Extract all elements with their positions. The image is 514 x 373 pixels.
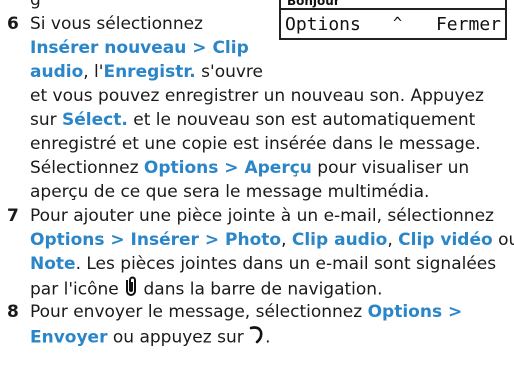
ui-command-text: Options > Aperçu <box>143 158 312 178</box>
step-text-line: Options > Insérer > Photo, Clip audio, C… <box>30 228 514 252</box>
body-text: , <box>387 230 399 250</box>
ui-command-text: Note <box>30 254 76 274</box>
body-text: sur <box>30 110 63 130</box>
ui-command-text: Enregistr. <box>103 62 196 82</box>
ui-command-text: Options > Insérer > Photo <box>30 230 282 250</box>
step-text-line: Sélectionnez Options > Aperçu pour visua… <box>30 156 469 180</box>
left-softkey-label: Options <box>285 14 361 35</box>
ui-command-text: Options > <box>367 302 463 322</box>
navigation-up-indicator: ^ <box>393 14 403 32</box>
step-text-line: audio, l'Enregistr. s'ouvre <box>30 60 263 84</box>
step-number: 6 <box>7 14 19 34</box>
step-text-line: Note. Les pièces jointes dans un e-mail … <box>30 252 496 276</box>
body-text: Pour envoyer le message, sélectionnez <box>30 302 368 322</box>
ui-command-text: Clip audio <box>291 230 388 250</box>
phone-screen-divider <box>281 8 505 10</box>
ui-command-text: Sélect. <box>62 110 128 130</box>
step-text-line: et vous pouvez enregistrer un nouveau so… <box>30 84 484 108</box>
body-text: s'ouvre <box>195 62 264 82</box>
phone-softkey-bar: Options ^ Fermer <box>281 12 505 38</box>
step-number: 8 <box>7 302 19 322</box>
clipped-text: g <box>30 0 41 10</box>
step-text-line: Si vous sélectionnez <box>30 12 203 36</box>
body-text: Sélectionnez <box>30 158 144 178</box>
body-text: , <box>281 230 292 250</box>
body-text: dans la barre de navigation. <box>138 279 383 300</box>
body-text: et vous pouvez enregistrer un nouveau so… <box>30 86 484 106</box>
step-text-line: par l'icône dans la barre de navigation. <box>30 276 382 303</box>
body-text: et le nouveau son est automatiquement <box>127 110 476 130</box>
paperclip-icon <box>124 276 138 303</box>
step-text-line: sur Sélect. et le nouveau son est automa… <box>30 108 475 132</box>
body-text: pour visualiser un <box>311 158 470 178</box>
clipped-text-fragment: g <box>30 0 41 12</box>
body-text: enregistré et une copie est insérée dans… <box>30 134 481 154</box>
ui-command-text: Clip vidéo <box>398 230 493 250</box>
call-key-icon <box>249 324 265 351</box>
step-text-line: Pour envoyer le message, sélectionnez Op… <box>30 300 462 324</box>
ui-command-text: Insérer nouveau > Clip <box>30 38 249 58</box>
body-text: aperçu de ce que sera le message multimé… <box>30 182 430 202</box>
step-text-line: Envoyer ou appuyez sur . <box>30 324 271 351</box>
body-text: ou <box>498 230 514 250</box>
body-text: Si vous sélectionnez <box>30 14 203 34</box>
step-text-line: aperçu de ce que sera le message multimé… <box>30 180 429 204</box>
ui-command-text: Envoyer <box>30 327 108 348</box>
step-number: 7 <box>7 206 19 226</box>
step-text-line: Insérer nouveau > Clip <box>30 36 249 60</box>
phone-screen-snippet: Bonjour Options ^ Fermer <box>279 0 507 40</box>
body-text: par l'icône <box>30 279 125 300</box>
step-text-line: Pour ajouter une pièce jointe à un e-mai… <box>30 204 494 228</box>
right-softkey-label: Fermer <box>435 14 501 35</box>
body-text: . <box>265 327 271 348</box>
body-text: ou appuyez sur <box>107 327 250 348</box>
body-text: , l' <box>83 62 104 82</box>
body-text: Pour ajouter une pièce jointe à un e-mai… <box>30 206 494 226</box>
phone-screen-title: Bonjour <box>287 0 340 8</box>
step-text-line: enregistré et une copie est insérée dans… <box>30 132 481 156</box>
body-text: . Les pièces jointes dans un e-mail sont… <box>75 254 497 274</box>
ui-command-text: audio <box>30 62 84 82</box>
manual-page: g Bonjour Options ^ Fermer 6 Si vous séle… <box>0 0 514 373</box>
